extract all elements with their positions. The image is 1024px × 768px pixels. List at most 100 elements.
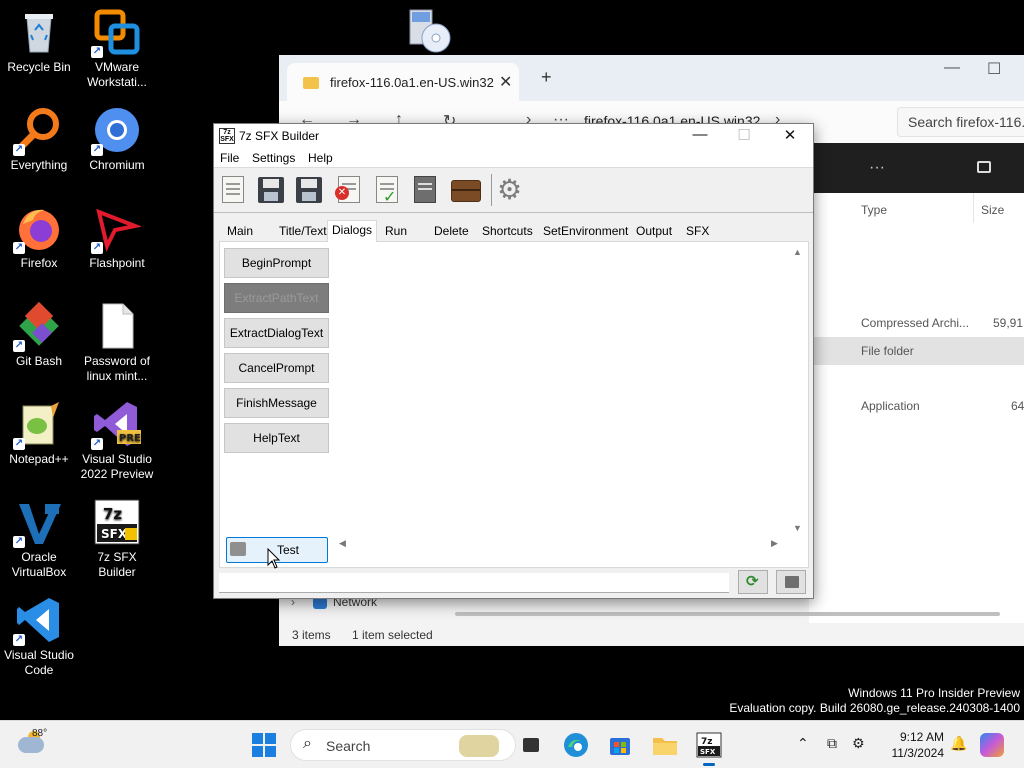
- output-path-field[interactable]: [219, 573, 729, 593]
- file-explorer-taskbar-button[interactable]: [649, 729, 681, 761]
- desktop-icon-label: Chromium: [89, 158, 145, 172]
- table-row[interactable]: Compressed Archi... 59,91: [809, 309, 1024, 337]
- maximize-icon[interactable]: ☐: [987, 59, 1001, 79]
- table-row[interactable]: Application 64: [809, 392, 1024, 420]
- tab-delete[interactable]: Delete: [430, 223, 473, 242]
- scroll-right-icon[interactable]: ▶: [771, 538, 778, 549]
- table-row[interactable]: File folder: [809, 337, 1024, 365]
- task-view-button[interactable]: [515, 729, 547, 761]
- desktop-icon-flashpoint[interactable]: ↗ Flashpoint: [78, 204, 156, 271]
- tab-strip: Main Title/Text Dialogs Run Delete Short…: [219, 220, 809, 242]
- column-header-type[interactable]: Type: [861, 203, 887, 217]
- extract-dialog-text-button[interactable]: ExtractDialogText: [224, 318, 329, 348]
- new-tab-button[interactable]: +: [541, 67, 552, 88]
- menu-settings[interactable]: Settings: [252, 151, 295, 165]
- scroll-left-icon[interactable]: ◀: [339, 538, 346, 549]
- begin-prompt-button[interactable]: BeginPrompt: [224, 248, 329, 278]
- git-bash-icon: ↗: [13, 301, 63, 352]
- desktop-icon-7z-sfx-builder[interactable]: 7z SFX 7z SFX Builder: [78, 498, 156, 580]
- taskbar-clock[interactable]: 9:12 AM 11/3/2024: [884, 729, 945, 761]
- tab-dialogs[interactable]: Dialogs: [327, 220, 378, 242]
- desktop-icon-everything[interactable]: ↗ Everything: [0, 106, 78, 173]
- desktop-icon-vscode[interactable]: ↗ Visual Studio Code: [0, 596, 78, 678]
- magnifier-icon: ↗: [13, 106, 63, 156]
- editor-vertical-scrollbar[interactable]: ▲ ▼: [789, 244, 806, 536]
- store-taskbar-button[interactable]: [604, 729, 636, 761]
- open-archive-button[interactable]: [216, 174, 250, 206]
- desktop-icon-label: Firefox: [20, 256, 58, 270]
- tab-sfx[interactable]: SFX: [682, 223, 713, 242]
- desktop-icon-label: Oracle VirtualBox: [11, 550, 67, 579]
- more-options-icon[interactable]: ···: [869, 159, 885, 177]
- start-button[interactable]: [252, 733, 276, 757]
- dialog-text-editor[interactable]: ▲ ▼ ◀ ▶: [334, 243, 806, 552]
- desktop-icon-visual-studio-2022[interactable]: PRE ↗ Visual Studio 2022 Preview: [78, 400, 156, 482]
- search-highlight-icon: [459, 735, 499, 757]
- help-text-button[interactable]: HelpText: [224, 423, 329, 453]
- shortcut-arrow-icon: ↗: [13, 536, 25, 548]
- check-config-button[interactable]: ✓: [370, 174, 404, 206]
- settings-button[interactable]: ⚙: [494, 174, 528, 206]
- chromium-icon: ↗: [91, 106, 141, 156]
- show-hidden-icons-chevron-icon[interactable]: ⌃: [797, 735, 809, 752]
- explorer-tab[interactable]: firefox-116.0a1.en-US.win32 ✕: [287, 63, 519, 101]
- desktop-icon-password-file[interactable]: Password of linux mint...: [78, 302, 156, 384]
- make-sfx-button[interactable]: [448, 174, 482, 206]
- desktop-icon-firefox[interactable]: ↗ Firefox: [0, 204, 78, 271]
- desktop-icon-label: Notepad++: [9, 452, 69, 466]
- minimize-icon[interactable]: —: [678, 126, 722, 143]
- minimize-icon[interactable]: —: [944, 59, 960, 77]
- notification-bell-icon[interactable]: 🔔: [950, 735, 967, 752]
- desktop-icon-chromium[interactable]: ↗ Chromium: [78, 106, 156, 173]
- menu-help[interactable]: Help: [308, 151, 333, 165]
- svg-text:PRE: PRE: [119, 433, 141, 444]
- copilot-icon[interactable]: [980, 733, 1004, 757]
- sfx-builder-taskbar-button[interactable]: 7z SFX: [693, 729, 725, 766]
- tab-main[interactable]: Main: [223, 223, 257, 242]
- installer-cd-icon[interactable]: [404, 4, 454, 54]
- delete-config-button[interactable]: ✕: [332, 174, 366, 206]
- tab-title-text[interactable]: Title/Text: [275, 223, 331, 242]
- archive-button[interactable]: [408, 174, 442, 206]
- cloud-icon: [18, 737, 44, 753]
- editor-horizontal-scrollbar[interactable]: ◀ ▶: [334, 536, 789, 552]
- desktop-icon-vmware[interactable]: ↗ VMware Workstati...: [78, 8, 156, 90]
- folder-icon: [653, 738, 677, 755]
- explorer-horizontal-scrollbar[interactable]: [455, 612, 1000, 616]
- refresh-button[interactable]: ⟳: [738, 570, 768, 594]
- sfx-title-bar[interactable]: 7z SFX 7z SFX Builder — ☐ ✕: [214, 124, 813, 148]
- menu-file[interactable]: File: [220, 151, 239, 165]
- explorer-search-input[interactable]: Search firefox-116.0a1.en-US.win32: [897, 107, 1024, 137]
- close-icon[interactable]: ✕: [768, 126, 812, 144]
- computer-button[interactable]: [776, 570, 806, 594]
- tab-shortcuts[interactable]: Shortcuts: [478, 223, 537, 242]
- save-as-button[interactable]: [292, 174, 326, 206]
- close-tab-icon[interactable]: ✕: [499, 72, 512, 92]
- scroll-up-icon[interactable]: ▲: [793, 247, 802, 257]
- desktop-icon-oracle-virtualbox[interactable]: ↗ Oracle VirtualBox: [0, 498, 78, 580]
- menu-bar: File Settings Help: [214, 148, 813, 168]
- vmware-icon: ↗: [91, 8, 141, 58]
- accessibility-icon[interactable]: ⚙: [852, 735, 865, 752]
- extract-path-text-button[interactable]: ExtractPathText: [224, 283, 329, 313]
- edge-taskbar-button[interactable]: [560, 729, 592, 761]
- column-header-size[interactable]: Size: [981, 203, 1004, 217]
- desktop-icon-label: VMware Workstati...: [87, 60, 147, 89]
- finish-message-button[interactable]: FinishMessage: [224, 388, 329, 418]
- svg-text:SFX: SFX: [101, 527, 128, 541]
- details-pane-icon[interactable]: [977, 161, 991, 173]
- tab-setenvironment[interactable]: SetEnvironment: [539, 223, 632, 242]
- desktop-icon-git-bash[interactable]: ↗ Git Bash: [0, 301, 78, 369]
- desktop-icon-recycle-bin[interactable]: Recycle Bin: [0, 8, 78, 75]
- gear-icon: ⚙: [497, 174, 523, 205]
- tab-output[interactable]: Output: [632, 223, 676, 242]
- desktop-icon-notepadpp[interactable]: ↗ Notepad++: [0, 400, 78, 467]
- tab-run[interactable]: Run: [381, 223, 411, 242]
- save-button[interactable]: [254, 174, 288, 206]
- search-icon: ⌕: [303, 735, 312, 752]
- scroll-down-icon[interactable]: ▼: [793, 523, 802, 533]
- taskbar-search[interactable]: ⌕ Search: [290, 729, 516, 761]
- cancel-prompt-button[interactable]: CancelPrompt: [224, 353, 329, 383]
- shortcut-arrow-icon: ↗: [91, 242, 103, 254]
- display-icon[interactable]: ⧉: [827, 735, 837, 752]
